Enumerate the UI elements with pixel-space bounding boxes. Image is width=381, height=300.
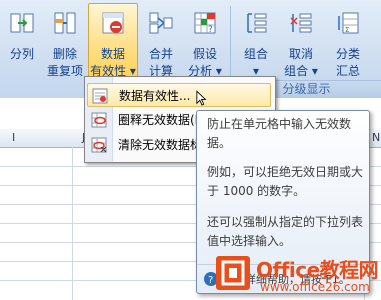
- tooltip-paragraph: 防止在单元格中输入无效数据。: [207, 117, 352, 150]
- remove-duplicates-button[interactable]: 删除 重复项: [44, 4, 86, 78]
- text-to-columns-button[interactable]: 分列: [2, 4, 42, 78]
- data-validation-label: 数据 有效性 ▾: [90, 47, 136, 78]
- svg-text:?: ?: [208, 275, 213, 286]
- consolidate-button[interactable]: 合并 计算: [140, 4, 182, 78]
- grid-col-line: [72, 147, 73, 300]
- group-button[interactable]: 组合 ▾: [236, 4, 276, 78]
- menu-item-label: 数据有效性...: [119, 89, 191, 103]
- ungroup-label: 取消 组合 ▾: [284, 47, 318, 78]
- subtotal-icon: Σ: [338, 12, 359, 34]
- data-validation-button[interactable]: 数据 有效性 ▾: [88, 3, 138, 79]
- office-logo-icon: [216, 256, 250, 290]
- svg-text:?: ?: [208, 25, 213, 35]
- svg-text:Σ: Σ: [345, 26, 349, 34]
- group-icon: [247, 13, 267, 33]
- watermark-logo: Office教程网 www.office26.com: [216, 252, 379, 298]
- circle-invalid-data-icon: [91, 112, 107, 128]
- subtotal-label: 分类 汇总: [335, 47, 360, 78]
- data-validation-icon: [102, 12, 124, 34]
- what-if-analysis-icon: ?: [194, 12, 216, 35]
- what-if-analysis-label: 假设 分析 ▾: [188, 47, 222, 78]
- watermark-title: Office教程网: [256, 258, 379, 282]
- remove-duplicates-icon: [54, 12, 76, 34]
- remove-duplicates-label: 删除 重复项: [46, 47, 83, 78]
- text-to-columns-label: 分列: [9, 47, 34, 61]
- consolidate-icon: [149, 12, 173, 34]
- clear-validation-circles-icon: [91, 137, 107, 153]
- what-if-analysis-button[interactable]: ? 假设 分析 ▾: [184, 4, 226, 78]
- group-label: 组合 ▾: [243, 47, 268, 78]
- data-validation-icon: [92, 88, 108, 104]
- watermark-url: www.office26.com: [260, 280, 370, 294]
- text-to-columns-icon: [10, 13, 34, 33]
- tooltip-paragraph: 例如，可以拒绝无效日期或大于 1000 的数字。: [207, 165, 364, 198]
- column-header-i[interactable]: I: [12, 131, 15, 144]
- mouse-cursor-icon: [196, 90, 207, 106]
- column-header-n[interactable]: N: [372, 131, 380, 144]
- subtotal-button[interactable]: Σ 分类 汇总: [326, 4, 370, 78]
- consolidate-label: 合并 计算: [148, 47, 173, 78]
- menu-item-data-validation[interactable]: 数据有效性...: [87, 83, 271, 107]
- tooltip-paragraph: 还可以强制从指定的下拉列表值中选择输入。: [207, 215, 364, 248]
- ungroup-button[interactable]: 取消 组合 ▾: [278, 4, 324, 78]
- ungroup-icon: [290, 13, 312, 33]
